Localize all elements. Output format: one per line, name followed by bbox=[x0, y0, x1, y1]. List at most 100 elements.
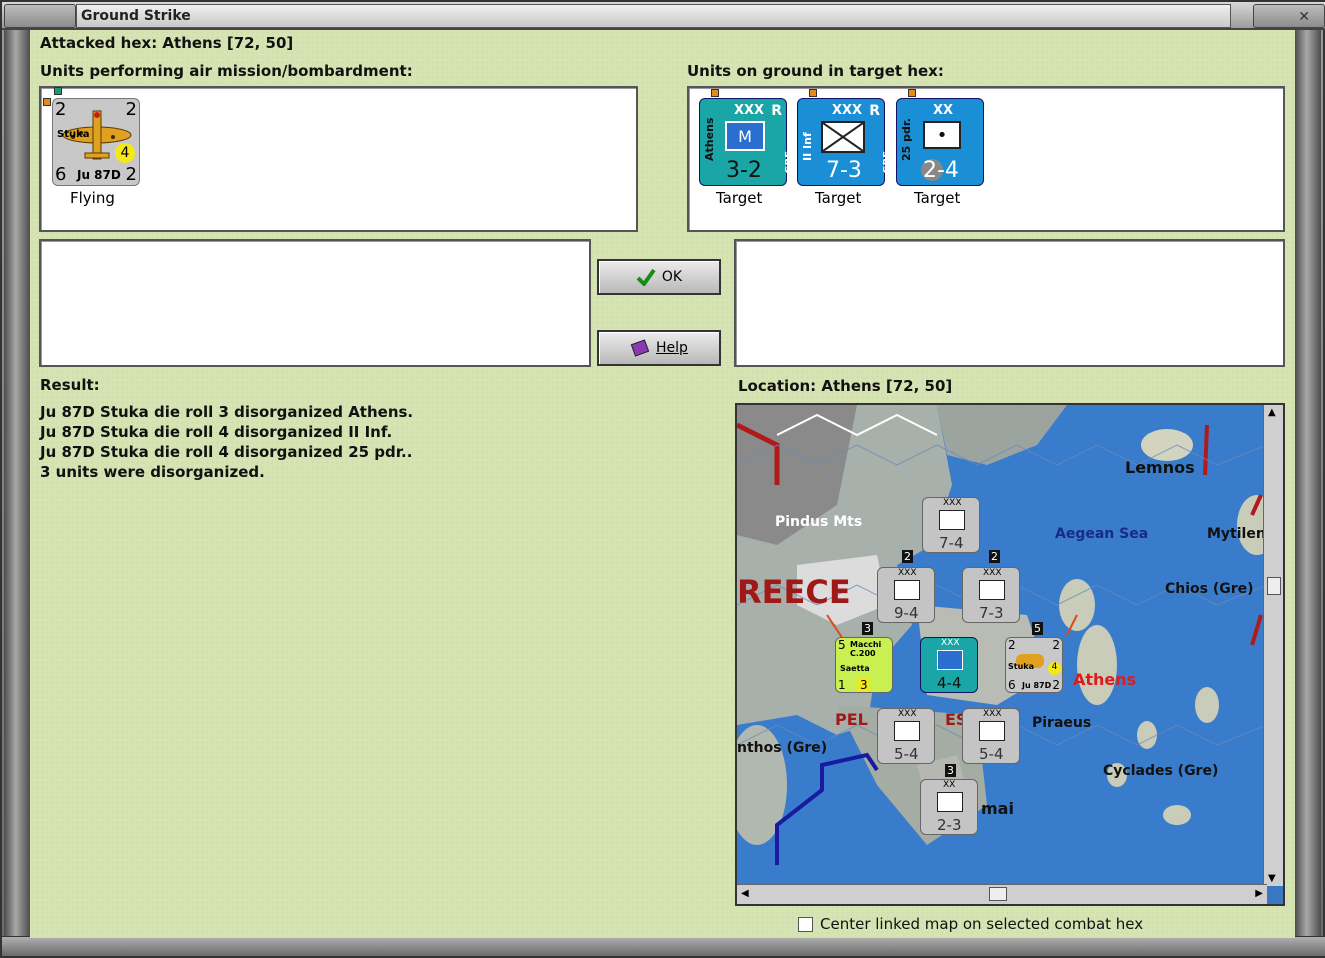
linked-map[interactable]: Lemnos Aegean Sea Mytilen Chios (Gre) Pi… bbox=[735, 403, 1285, 906]
counter-echelon: XXX bbox=[943, 498, 962, 508]
counter-strength: 7-4 bbox=[939, 534, 964, 552]
unit-nationality: GRE bbox=[784, 151, 795, 174]
unit-indicator-marker bbox=[54, 87, 62, 95]
ground-units-label: Units on ground in target hex: bbox=[687, 62, 944, 80]
result-line: Ju 87D Stuka die roll 4 disorganized II … bbox=[40, 423, 393, 441]
unit-side-name: II Inf bbox=[801, 132, 814, 161]
map-label-greece: REECE bbox=[737, 573, 851, 611]
map-label-aegean: Aegean Sea bbox=[1055, 526, 1149, 542]
right-frame-rail bbox=[1295, 30, 1321, 940]
map-vertical-scrollbar[interactable]: ▲ ▼ bbox=[1263, 405, 1283, 886]
echelon-label: XXX bbox=[832, 103, 863, 118]
map-label-lemnos: Lemnos bbox=[1125, 458, 1195, 477]
unit-indicator-marker bbox=[809, 89, 817, 97]
infantry-symbol-icon bbox=[894, 580, 920, 600]
counter-strength: 2-3 bbox=[937, 816, 962, 834]
artillery-symbol-icon: • bbox=[923, 121, 961, 149]
map-label-mytilene: Mytilen bbox=[1207, 526, 1266, 542]
counter-echelon: XXX bbox=[941, 638, 960, 648]
map-counter[interactable]: XXX 4-4 bbox=[920, 637, 978, 693]
dialog-panel: Attacked hex: Athens [72, 50] Units perf… bbox=[30, 30, 1295, 938]
air-units-box: 2 2 Stuka 4 6 Ju 87D 2 Flying bbox=[39, 86, 638, 232]
location-label: Location: Athens [72, 50] bbox=[738, 377, 953, 395]
close-button[interactable]: ✕ bbox=[1253, 4, 1325, 28]
infantry-cross-icon bbox=[822, 122, 864, 152]
ground-unit-counter-25-pdr[interactable]: XX 25 pdr. • 2-4 bbox=[896, 98, 984, 186]
counter-echelon: XXX bbox=[983, 709, 1002, 719]
vertical-scroll-thumb[interactable] bbox=[1267, 577, 1281, 595]
mechanized-symbol-icon: M bbox=[725, 121, 765, 151]
stack-count: 3 bbox=[862, 622, 873, 635]
counter-echelon: XX bbox=[943, 780, 956, 790]
counter-type: Ju 87D bbox=[77, 168, 121, 182]
title-box: Ground Strike bbox=[76, 4, 1231, 28]
mission-badge: 4 bbox=[1048, 662, 1061, 675]
counter-bottom-right-value: 2 bbox=[1052, 678, 1060, 692]
ground-unit-status: Target bbox=[716, 189, 763, 207]
map-label-corinthos: nthos (Gre) bbox=[737, 740, 828, 756]
result-line: Ju 87D Stuka die roll 4 disorganized 25 … bbox=[40, 443, 413, 461]
result-label: Result: bbox=[40, 376, 100, 394]
counter-subname: Saetta bbox=[840, 664, 870, 673]
infantry-symbol-icon bbox=[979, 580, 1005, 600]
map-air-counter-stuka[interactable]: 5 2 2 Stuka 4 6 Ju 87D 2 bbox=[1005, 622, 1063, 693]
infantry-symbol-icon bbox=[821, 121, 865, 153]
center-map-checkbox-label[interactable]: Center linked map on selected combat hex bbox=[820, 915, 1143, 933]
window-menu-button[interactable] bbox=[4, 4, 76, 28]
map-horizontal-scrollbar[interactable]: ◀ ▶ bbox=[737, 884, 1267, 904]
stack-count: 2 bbox=[902, 550, 913, 563]
air-unit-counter[interactable]: 2 2 Stuka 4 6 Ju 87D 2 bbox=[52, 98, 140, 186]
counter-echelon: XXX bbox=[983, 568, 1002, 578]
result-line: 3 units were disorganized. bbox=[40, 463, 265, 481]
map-air-counter-macchi[interactable]: 3 5 Macchi C.200 Saetta 1 3 bbox=[835, 622, 893, 693]
map-label-kalamai: mai bbox=[981, 799, 1014, 818]
counter-echelon: XXX bbox=[898, 568, 917, 578]
unit-strength: 2-4 bbox=[923, 158, 959, 183]
counter-bottom-left-value: 6 bbox=[55, 164, 67, 185]
map-label-peloponnese: PEL bbox=[835, 710, 868, 729]
ground-unit-counter-ii-inf[interactable]: XXX R II Inf GRE 7-3 bbox=[797, 98, 893, 186]
defender-detail-box bbox=[734, 239, 1285, 367]
counter-strength: 5-4 bbox=[979, 745, 1004, 763]
map-counter[interactable]: 2 XXX 7-3 bbox=[962, 550, 1020, 623]
scroll-left-icon[interactable]: ◀ bbox=[741, 888, 749, 899]
attacked-hex-label: Attacked hex: Athens [72, 50] bbox=[40, 34, 294, 52]
map-counter[interactable]: XXX 5-4 bbox=[962, 708, 1020, 764]
map-counter[interactable]: XXX 5-4 bbox=[877, 708, 935, 764]
scroll-right-icon[interactable]: ▶ bbox=[1255, 888, 1263, 899]
stack-count: 2 bbox=[989, 550, 1000, 563]
result-list: Ju 87D Stuka die roll 3 disorganized Ath… bbox=[40, 402, 413, 482]
scroll-down-icon[interactable]: ▼ bbox=[1268, 873, 1276, 884]
horizontal-scroll-thumb[interactable] bbox=[989, 887, 1007, 901]
ground-units-box: XXX R Athens GRE M 3-2 Target XXX R II I… bbox=[687, 86, 1285, 232]
help-button-label: Help bbox=[656, 340, 688, 356]
checkmark-icon bbox=[636, 268, 656, 286]
map-counter[interactable]: 3 XX 2-3 bbox=[920, 764, 978, 835]
map-label-pindus: Pindus Mts bbox=[775, 514, 863, 530]
help-book-icon bbox=[630, 339, 650, 357]
window-title: Ground Strike bbox=[81, 8, 191, 24]
counter-bottom-left-value: 6 bbox=[1008, 678, 1016, 692]
stack-count: 5 bbox=[1032, 622, 1043, 635]
map-label-athens: Athens bbox=[1073, 670, 1137, 689]
ground-unit-counter-athens[interactable]: XXX R Athens GRE M 3-2 bbox=[699, 98, 795, 186]
ground-unit-status: Target bbox=[815, 189, 862, 207]
infantry-symbol-icon bbox=[939, 510, 965, 530]
counter-name-tag: Stuka bbox=[57, 129, 90, 140]
mechanized-symbol-icon bbox=[937, 650, 963, 670]
map-counter[interactable]: 2 XXX 9-4 bbox=[877, 550, 935, 623]
center-map-checkbox[interactable] bbox=[798, 917, 813, 932]
help-button[interactable]: Help bbox=[597, 330, 721, 366]
left-frame-rail bbox=[4, 30, 30, 940]
reserve-flag: R bbox=[869, 103, 880, 119]
counter-subname: Ju 87D bbox=[1022, 681, 1052, 690]
title-bar[interactable]: Ground Strike ✕ bbox=[2, 2, 1325, 30]
map-label-cyclades: Cyclades (Gre) bbox=[1103, 763, 1219, 779]
map-counter[interactable]: XXX 7-4 bbox=[922, 497, 980, 553]
ok-button[interactable]: OK bbox=[597, 259, 721, 295]
unit-side-name: Athens bbox=[703, 117, 716, 161]
counter-top-left-value: 5 bbox=[838, 638, 846, 652]
scroll-up-icon[interactable]: ▲ bbox=[1268, 407, 1276, 418]
unit-symbol: • bbox=[936, 124, 948, 146]
unit-indicator-marker bbox=[43, 98, 51, 106]
